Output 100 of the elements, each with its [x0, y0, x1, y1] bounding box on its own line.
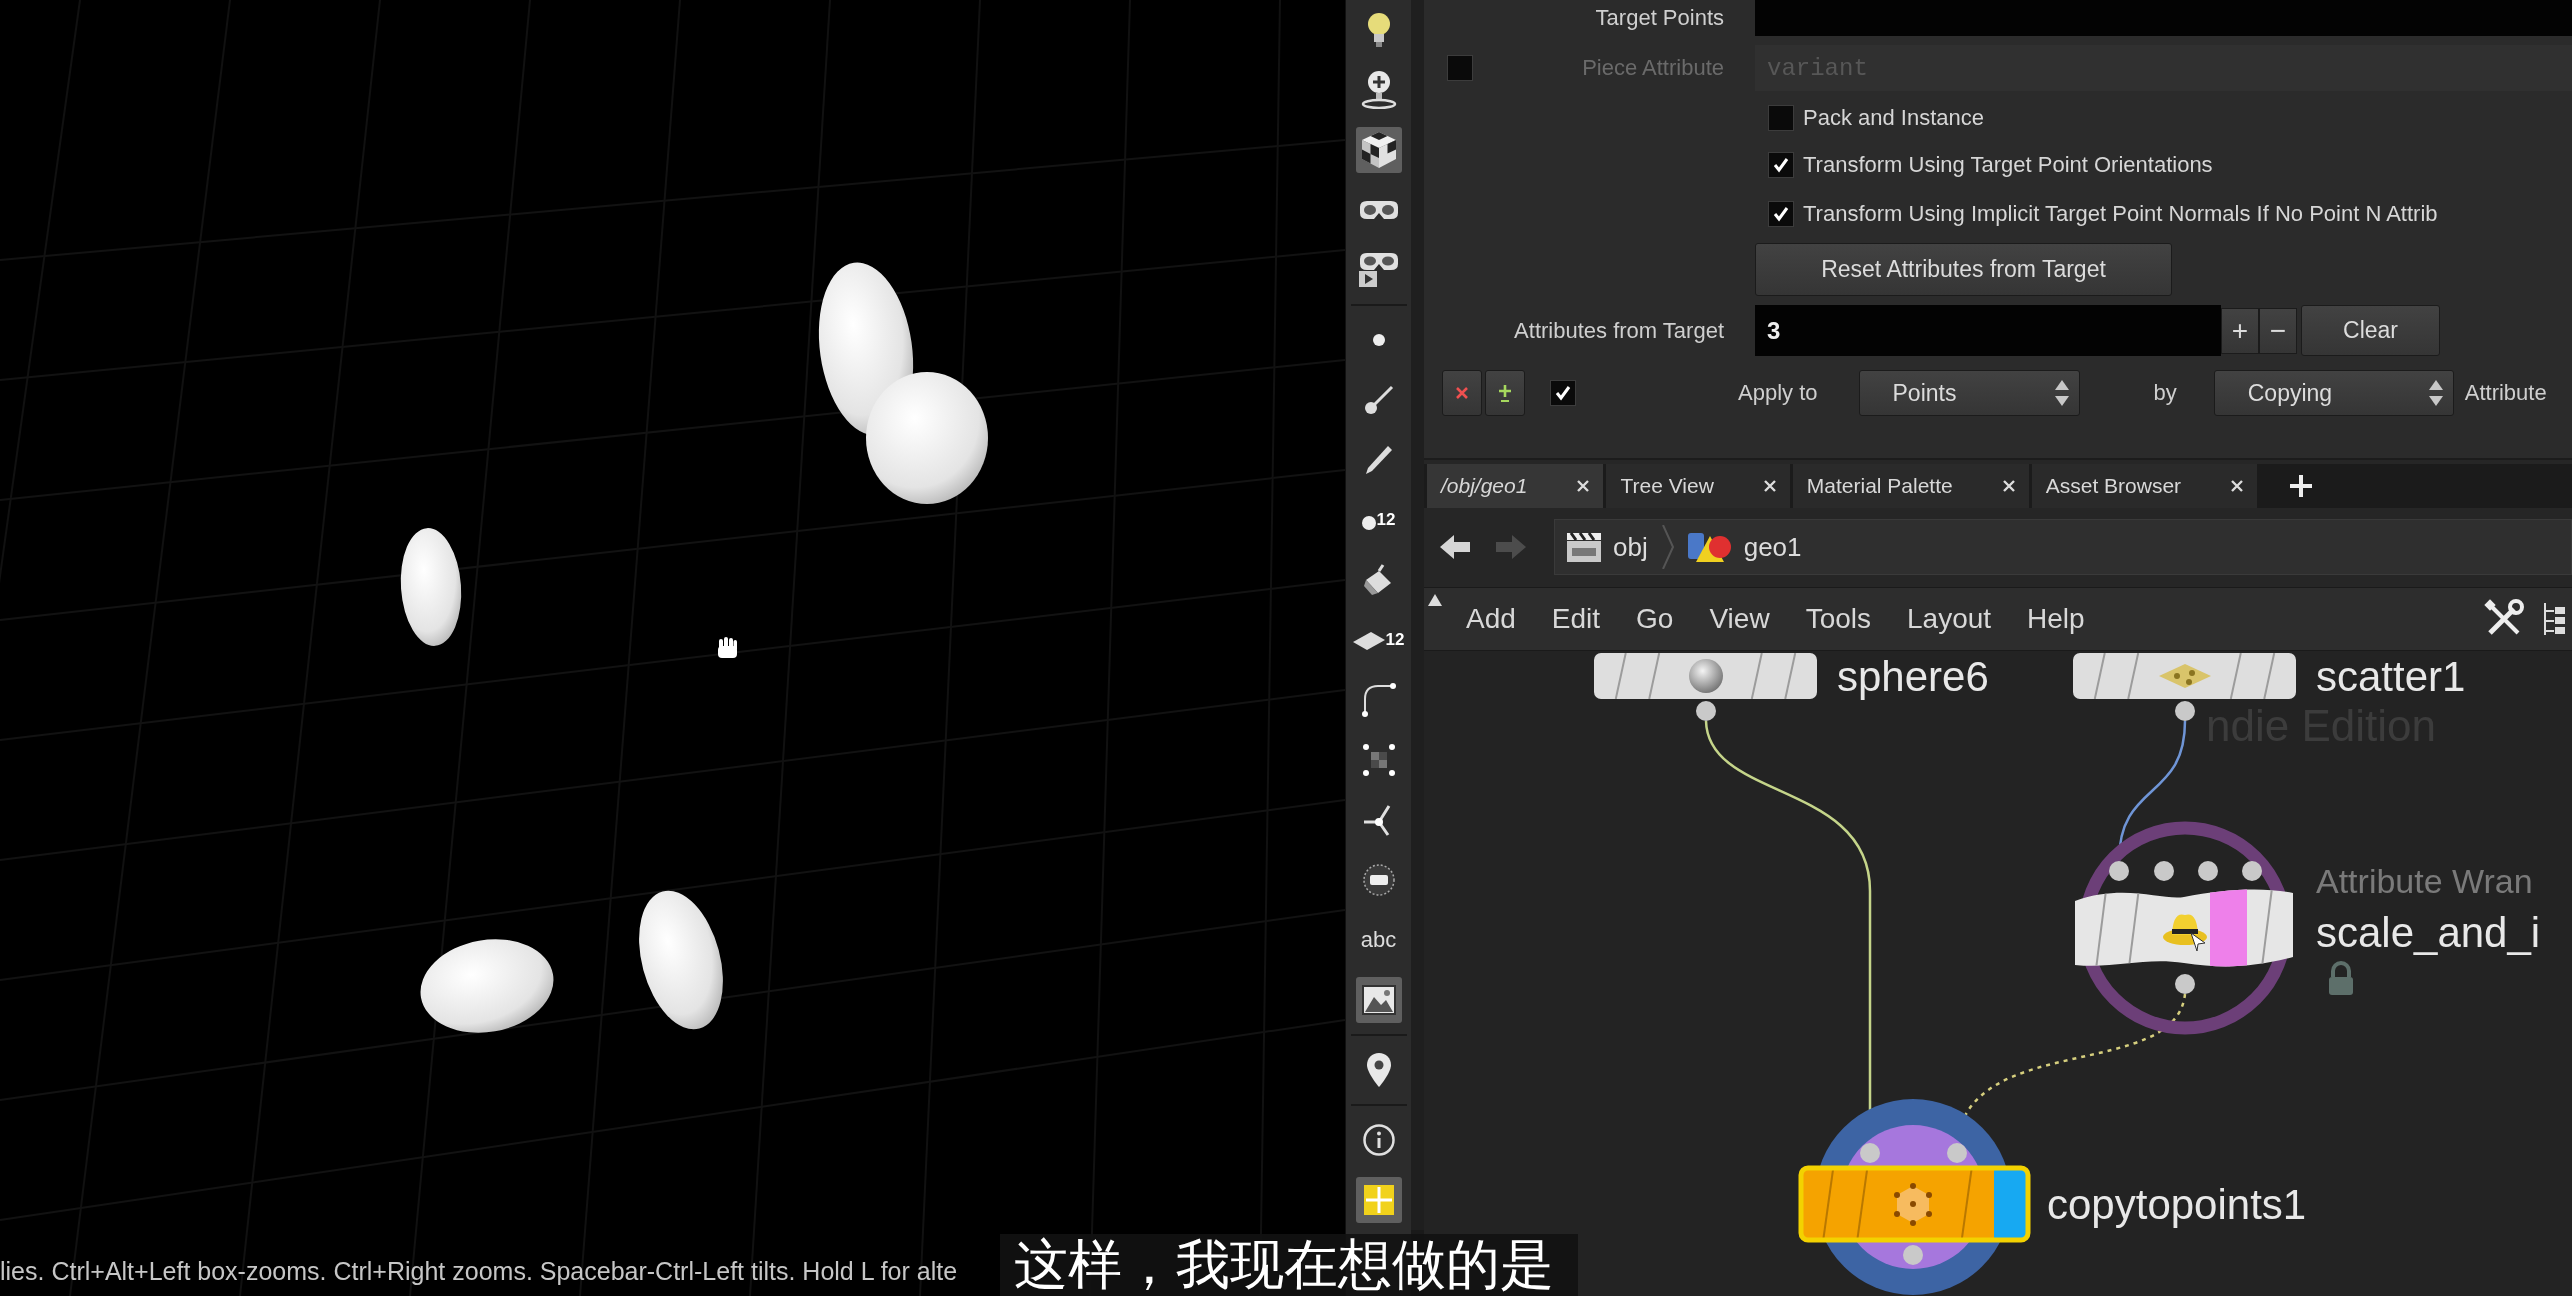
node-name: scale_and_i	[2316, 908, 2541, 956]
node-tile[interactable]	[1798, 1165, 2031, 1243]
cube-points-icon	[1894, 1183, 1932, 1226]
hand-cursor-icon	[718, 637, 737, 658]
up-down-arrows-icon	[2054, 380, 2069, 406]
check-icon	[1555, 385, 1571, 401]
dropdown[interactable]: Points	[1858, 370, 2080, 416]
circle-bar-icon[interactable]	[1362, 864, 1395, 896]
connector-dot[interactable]	[2175, 701, 2195, 721]
connector-dot[interactable]	[2109, 861, 2129, 881]
connector-dot[interactable]	[1903, 1245, 1923, 1265]
connector-dot[interactable]	[2198, 861, 2218, 881]
curve-icon[interactable]	[1361, 683, 1396, 717]
delete-button[interactable]	[1442, 370, 1482, 416]
plane-icon	[1352, 632, 1385, 650]
menu-item[interactable]: Tools	[1805, 603, 1871, 635]
sphere-icon	[1689, 659, 1723, 693]
check-icon	[1773, 206, 1789, 222]
connector-dot[interactable]	[2242, 861, 2262, 881]
scatter-icon	[2159, 664, 2211, 688]
text-field[interactable]	[1755, 0, 2572, 36]
checkbox[interactable]	[1768, 201, 1794, 227]
tab[interactable]: /obj/geo1	[1427, 464, 1604, 508]
checkbox[interactable]	[1550, 380, 1576, 406]
menu-item[interactable]: Go	[1636, 603, 1674, 635]
x-icon	[1456, 387, 1468, 399]
remove-button[interactable]: −	[2259, 307, 2297, 354]
node-name: sphere6	[1837, 652, 1989, 700]
node-tile[interactable]	[2073, 653, 2296, 699]
parameter-label: Piece Attribute	[1582, 55, 1724, 81]
menu-item[interactable]: Layout	[1907, 603, 1992, 635]
parameter-label: Attribute	[2464, 380, 2547, 406]
parameter-label: Apply to	[1738, 380, 1818, 406]
tab[interactable]: Tree View	[1606, 464, 1790, 508]
parameter-label: by	[2153, 380, 2177, 406]
node-name: scatter1	[2316, 652, 2466, 700]
status-text: lies. Ctrl+Alt+Left box-zooms. Ctrl+Right zooms. Spacebar-Ctrl-Left tilts. Hold L for alte	[0, 1257, 958, 1286]
menu-item[interactable]: Add	[1466, 603, 1516, 635]
parameter-label: Attributes from Target	[1514, 317, 1724, 344]
checker-cube-icon[interactable]	[1355, 127, 1402, 173]
node-type: Attribute Wran	[2316, 862, 2533, 900]
menu-item[interactable]: View	[1709, 603, 1770, 635]
close-icon[interactable]	[2002, 480, 2015, 492]
info-icon[interactable]	[1362, 1124, 1395, 1156]
pin-icon[interactable]	[1366, 1053, 1391, 1087]
reset-button[interactable]: Reset Attributes from Target	[1755, 243, 2172, 296]
dot-icon[interactable]	[1372, 334, 1385, 346]
text-tool-button[interactable]: abc	[1357, 924, 1400, 956]
menu-item[interactable]: Help	[2027, 603, 2085, 635]
pen-icon[interactable]	[1364, 445, 1393, 475]
checkbox[interactable]	[1768, 152, 1794, 178]
checkbox-label: Transform Using Implicit Target Point Normals If No Point N Attrib	[1803, 201, 2438, 227]
goggles-icon[interactable]	[1358, 199, 1399, 221]
bulb-icon[interactable]	[1366, 13, 1391, 47]
close-icon[interactable]	[1763, 480, 1776, 492]
grid-icon[interactable]	[1355, 1177, 1402, 1223]
path-crumb[interactable]: obj	[1567, 531, 1648, 563]
geometry-icon	[1687, 531, 1732, 563]
tree-list-icon[interactable]	[2542, 601, 2566, 637]
node-tile[interactable]	[1594, 653, 1817, 699]
parameter-label: Target Points	[1595, 5, 1724, 31]
checkbox-label: Transform Using Target Point Orientations	[1803, 152, 2213, 178]
plus-icon[interactable]	[2290, 475, 2313, 497]
connector-dot[interactable]	[2175, 974, 2195, 994]
goggles-play-icon[interactable]	[1358, 252, 1399, 288]
insert-button[interactable]	[1485, 370, 1525, 416]
brush-icon[interactable]	[1363, 385, 1394, 415]
checkbox[interactable]	[1768, 105, 1794, 131]
dot-icon	[1361, 516, 1376, 530]
up-down-arrows-icon	[2428, 380, 2443, 406]
connector-dot[interactable]	[1860, 1143, 1880, 1163]
number-field[interactable]: 3	[1755, 305, 2221, 356]
menu-item[interactable]: Edit	[1551, 603, 1601, 635]
up-arrow-icon[interactable]	[1428, 594, 1442, 606]
dropdown[interactable]: Copying	[2213, 370, 2454, 416]
lock-icon[interactable]	[2329, 961, 2353, 995]
image-icon[interactable]	[1355, 977, 1402, 1023]
subtitle: 这样，我现在想做的是	[1000, 1234, 1578, 1296]
tab[interactable]: Material Palette	[1792, 464, 2029, 508]
connector-dot[interactable]	[1696, 701, 1716, 721]
insert-icon	[1498, 383, 1512, 403]
connector-dot[interactable]	[2154, 861, 2174, 881]
path-crumb[interactable]: geo1	[1687, 531, 1802, 563]
clapper-icon	[1567, 532, 1601, 562]
hat-icon	[2163, 914, 2207, 952]
number-tool-button[interactable]: 12	[1358, 507, 1399, 533]
tab[interactable]: Asset Browser	[2031, 464, 2258, 508]
close-icon[interactable]	[2231, 480, 2244, 492]
node-tile[interactable]	[2075, 889, 2293, 967]
number-tool-button[interactable]: 12	[1349, 627, 1408, 653]
connector-dot[interactable]	[1947, 1143, 1967, 1163]
check-icon	[1773, 157, 1789, 173]
bulb-plus-icon[interactable]	[1360, 71, 1397, 109]
clear-button[interactable]: Clear	[2301, 305, 2440, 356]
chevron-icon	[1661, 525, 1674, 569]
close-icon[interactable]	[1577, 480, 1590, 492]
add-button[interactable]: +	[2221, 307, 2259, 354]
back-arrow-icon[interactable]	[1440, 533, 1470, 561]
grid-points-icon[interactable]	[1362, 744, 1395, 776]
checkbox-label: Pack and Instance	[1803, 105, 1984, 131]
